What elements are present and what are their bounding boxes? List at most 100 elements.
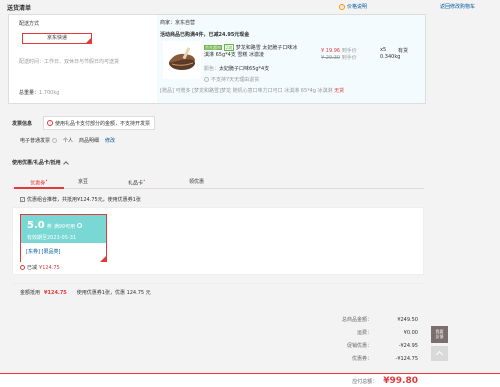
goods-area: 商家：京东自营 活动商品已购满4件，已减24.95元现金 京东超市 2减 梦龙和… (157, 15, 425, 103)
totals-row-value: -¥124.75 (395, 356, 418, 362)
payable-line: 应付总额： ¥99.80 (352, 376, 418, 386)
invoice-section: 发票信息 ! 使用礼品卡支付部分的金额，不支持开发票 电子普通发票 个人 商品明… (0, 113, 500, 153)
merchant-name: 京东自营 (175, 20, 196, 26)
price-note-link[interactable]: i 价格说明 (339, 3, 367, 10)
coupon-summary-text: 使用优惠券1张，优惠 124.75 元 (76, 290, 151, 296)
help-icon (52, 138, 58, 143)
chevron-up-icon (435, 350, 444, 359)
invoice-edit-link[interactable]: 修改 (105, 137, 115, 144)
gift-text: 可赠多 [梦龙和路雪]梦龙 随机心意口味力口可口 冰淇淋 65*4g 冰淇淋 (175, 88, 333, 94)
totals-row: 运费： ¥0.00 (308, 327, 418, 340)
coupon-section-header[interactable]: 使用优惠/礼品卡/抵用 (12, 159, 69, 167)
orig-price: ¥ 29.30 到手价 (321, 54, 357, 61)
tab-active-underline (14, 187, 64, 189)
totals-area: 总商品金额： ¥249.50 运费： ¥0.00 促销优惠： -¥24.95 优惠券： -¥1… (0, 304, 500, 387)
combo-text: 优惠组合推荐，共抵用¥124.75元，使用优惠券1张 (27, 197, 141, 203)
coupon-used-amount: ¥124.75 (39, 264, 60, 271)
tab-gift-card-label: 礼品卡 (128, 180, 144, 187)
no-return-notice: 不支持7天无理由退货 (204, 76, 259, 83)
invoice-label: 发票信息 (12, 121, 33, 127)
tab-coupons[interactable]: 优惠券• (20, 178, 58, 187)
price-note-label: 价格说明 (347, 4, 368, 10)
merchant-line: 商家：京东自营 (160, 19, 195, 26)
coupon-condition: 满99可用 (53, 224, 76, 230)
totals-row-value: -¥24.95 (398, 343, 418, 349)
coupon-scope: [东券] [限品类] (26, 249, 61, 255)
feedback-button[interactable]: 我要 反馈 (431, 326, 448, 343)
invoice-title: 个人 (63, 138, 74, 144)
checkbox-checked-icon: ✓ (20, 197, 25, 202)
coupon-amount: 5.0 (27, 220, 45, 231)
invoice-type: 电子普通发票 (20, 138, 51, 144)
total-weight-value: 1.700kg (39, 90, 60, 96)
gift-tag: [赠品] (160, 88, 174, 94)
back-to-top-button[interactable] (431, 346, 448, 361)
coupon-expire: 有效期至2023-05-31 (27, 235, 77, 241)
product-image[interactable] (163, 41, 201, 79)
coupon-summary-amount: ¥124.75 (44, 289, 67, 296)
totals-row-label: 运费： (356, 330, 372, 336)
delivery-option-label: 京东快递 (46, 35, 67, 41)
payable-label: 应付总额： (352, 378, 378, 385)
radio-icon (20, 265, 25, 270)
coupon-tabs: 优惠券• 京豆 礼品卡• 领优惠 (12, 174, 424, 189)
payable-bar (0, 373, 500, 387)
total-weight-label: 总重量： (19, 90, 40, 96)
coupon-card[interactable]: 5.0 券 满99可用 有效期至2023-05-31 [东券] [限品类] (20, 214, 107, 262)
promo-line: 活动商品已购满4件，已减24.95元现金 (160, 32, 250, 38)
info-icon: i (339, 3, 345, 10)
gift-status: 无货 (334, 88, 345, 94)
product-qty: x5 (380, 47, 387, 53)
totals-row-label: 总商品金额： (341, 317, 372, 323)
coupon-used: 已减 ¥124.75 (20, 264, 60, 271)
product-price: ¥ 19.96 到手价 (321, 47, 357, 54)
delivery-method-area: 配送方式 京东快递 配送时间：工作日、双休日与节假日均可送货 总重量：1.700… (9, 15, 157, 103)
delivery-time-text: 配送时间：工作日、双休日与节假日均可送货 (19, 59, 120, 65)
tab-get-coupons[interactable]: 领优惠 (189, 178, 204, 185)
product-weight: 0.340kg (380, 54, 401, 60)
payable-value: ¥99.80 (383, 376, 418, 386)
invoice-notice: ! 使用礼品卡支付部分的金额，不支持开发票 (43, 116, 155, 130)
page-title: 送货清单 (7, 5, 32, 12)
coupon-check-icon (77, 223, 83, 228)
spec-label: 颜色： (204, 66, 220, 72)
tab-gift-card[interactable]: 礼品卡• (128, 178, 145, 187)
product-title[interactable]: 京东超市 2减 梦龙和路雪 太妃脆子口味冰淇淋 65g*4支 雪糕 冰激凌 (204, 44, 300, 59)
tab-jingdou[interactable]: 京豆 (78, 178, 88, 185)
no-return-icon (204, 77, 209, 82)
no-return-text: 不支持7天无理由退货 (211, 77, 260, 83)
orig-price-tag: 到手价 (341, 55, 357, 61)
invoice-content: 商品明细 (79, 138, 100, 144)
totals-row-value: ¥0.00 (403, 330, 418, 336)
invoice-notice-text: 使用礼品卡支付部分的金额，不支持开发票 (55, 120, 151, 127)
back-to-cart-link[interactable]: 返回修改购物车 (440, 3, 475, 10)
delivery-option-button[interactable]: 京东快递 (22, 33, 92, 44)
product-stock: 有货 (398, 48, 409, 54)
delivery-method-label: 配送方式 (19, 21, 40, 27)
product-spec: 颜色：太妃脆子口味65g*4支 (204, 65, 269, 72)
coupon-bottom: [东券] [限品类] (21, 243, 106, 262)
totals-rows: 总商品金额： ¥249.50 运费： ¥0.00 促销优惠： -¥24.95 优惠券： -¥1… (308, 314, 418, 366)
promo-badge: 2减 (223, 44, 235, 51)
coupon-summary-label: 金额抵用 (20, 290, 41, 296)
totals-row: 优惠券： -¥124.75 (308, 353, 418, 366)
coupon-corner-icon (100, 256, 106, 262)
selected-corner-icon (86, 38, 91, 43)
orig-price-value: ¥ 29.30 (321, 55, 341, 61)
coupon-summary: 金额抵用 ¥124.75 使用优惠券1张，优惠 124.75 元 (12, 283, 424, 301)
gift-line: [赠品] 可赠多 [梦龙和路雪]梦龙 随机心意口味力口可口 冰淇淋 65*4g … (160, 87, 344, 94)
totals-row-label: 优惠券： (351, 356, 372, 362)
invoice-detail: 电子普通发票 个人 商品明细 修改 (20, 137, 115, 144)
ice-cream-image (169, 47, 195, 70)
coupon-unit: 券 (46, 224, 52, 230)
chevron-up-icon (62, 160, 69, 167)
coupon-section: 使用优惠/礼品卡/抵用 优惠券• 京豆 礼品卡• 领优惠 ✓ 优惠组合推荐，共抵… (0, 155, 500, 303)
combo-recommend[interactable]: ✓ 优惠组合推荐，共抵用¥124.75元，使用优惠券1张 (20, 196, 141, 203)
totals-row-value: ¥249.50 (397, 317, 418, 323)
coupon-amount-line: 5.0 券 满99可用 (27, 220, 83, 231)
spec-value: 太妃脆子口味65g*4支 (219, 66, 270, 72)
coupon-used-label: 已减 (27, 265, 38, 271)
totals-row: 总商品金额： ¥249.50 (308, 314, 418, 327)
warning-icon: ! (47, 120, 53, 126)
jd-supermarket-badge: 京东超市 (204, 45, 222, 50)
